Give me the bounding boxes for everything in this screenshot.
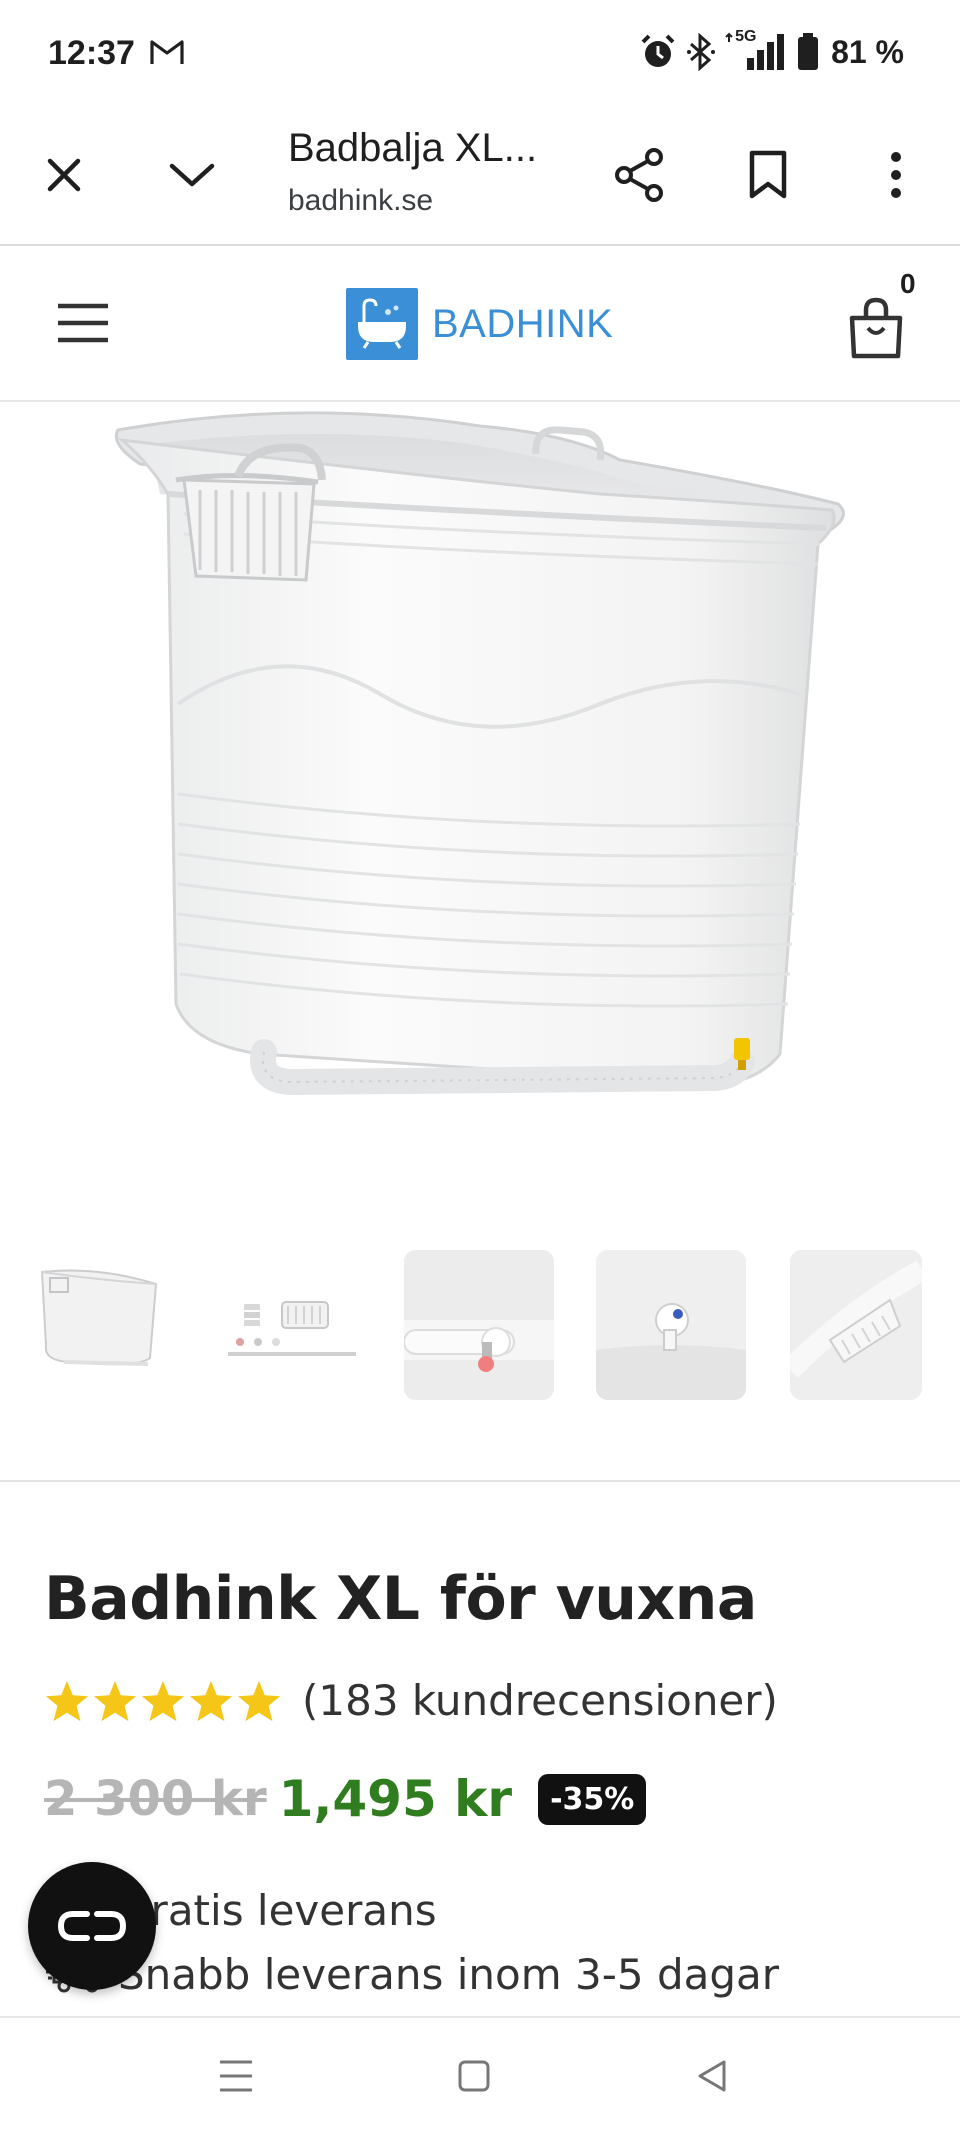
home-icon (458, 2060, 490, 2092)
status-bar: 12:37 5G 81 % (0, 0, 960, 104)
divider (0, 1480, 960, 1482)
recents-icon (220, 2060, 252, 2092)
bathtub-logo-icon (346, 288, 418, 360)
product-title: Badhink XL för vuxna (44, 1564, 757, 1634)
product-rating[interactable]: (183 kundrecensioner) (44, 1676, 778, 1725)
shopping-bag-icon[interactable] (846, 296, 906, 360)
alarm-icon (641, 34, 675, 67)
feature-text: Gratis leverans (118, 1886, 437, 1935)
recent-apps-button[interactable] (208, 2054, 264, 2098)
review-count-link[interactable]: (183 kundrecensioner) (302, 1676, 778, 1725)
close-icon (47, 158, 81, 192)
status-icons: 5G 81 % (639, 28, 904, 74)
accessories-thumbnail-icon (228, 1301, 356, 1356)
basket-thumbnail-icon (790, 1250, 922, 1400)
chevron-down-icon (169, 163, 215, 187)
sale-price: 1,495 kr (278, 1770, 513, 1828)
share-icon (615, 148, 663, 202)
bookmark-button[interactable] (732, 139, 804, 211)
thumbnail-1[interactable] (28, 1250, 178, 1400)
star-icon (189, 1680, 233, 1721)
price-row: 2 300 kr 1,495 kr -35% (44, 1770, 647, 1828)
site-logo[interactable]: BADHINK (346, 286, 613, 362)
star-icon (141, 1680, 185, 1721)
bathtub-image (114, 411, 845, 1096)
minimize-tab-button[interactable] (156, 139, 228, 211)
bathtub-thumbnail-icon (40, 1269, 158, 1366)
thumbnail-4[interactable] (596, 1250, 746, 1400)
battery-icon (798, 33, 819, 70)
feature-fast-delivery: Snabb leverans inom 3-5 dagar (44, 1950, 779, 1999)
thumbnail-2[interactable] (218, 1250, 368, 1400)
hose-valve-thumbnail-icon (404, 1250, 554, 1400)
signal-icon: 5G (725, 28, 789, 72)
more-options-button[interactable] (860, 139, 932, 211)
gmail-notification-icon (150, 40, 184, 64)
back-button[interactable] (684, 2054, 740, 2098)
back-icon (698, 2060, 726, 2092)
star-rating (44, 1679, 282, 1723)
bookmark-icon (749, 150, 787, 199)
star-icon (237, 1680, 281, 1721)
battery-percent: 81 % (831, 33, 904, 70)
product-main-image[interactable] (0, 404, 960, 1164)
cart-count: 0 (900, 268, 916, 299)
page-title: Badbalja XL... (288, 126, 538, 170)
thumbnail-5[interactable] (790, 1250, 922, 1400)
drain-plug-thumbnail-icon (596, 1250, 746, 1400)
system-navigation-bar (0, 2016, 960, 2133)
page-url: badhink.se (288, 184, 434, 217)
menu-icon[interactable] (56, 300, 110, 346)
logo-text: BADHINK (432, 301, 614, 346)
original-price: 2 300 kr (44, 1771, 267, 1827)
close-tab-button[interactable] (28, 139, 100, 211)
browser-toolbar: Badbalja XL... badhink.se (0, 104, 960, 246)
star-icon (93, 1680, 137, 1721)
more-vert-icon (891, 152, 901, 198)
feature-text: Snabb leverans inom 3-5 dagar (118, 1950, 780, 1999)
status-time: 12:37 (48, 34, 135, 72)
site-header: BADHINK 0 (0, 248, 960, 402)
chat-icon (57, 1911, 127, 1941)
star-icon (45, 1680, 89, 1721)
thumbnail-strip (0, 1250, 960, 1402)
share-button[interactable] (604, 139, 676, 211)
thumbnail-3[interactable] (404, 1250, 554, 1400)
home-button[interactable] (446, 2054, 502, 2098)
discount-badge: -35% (538, 1773, 647, 1825)
bluetooth-icon (687, 33, 716, 71)
chat-button[interactable] (28, 1862, 156, 1990)
